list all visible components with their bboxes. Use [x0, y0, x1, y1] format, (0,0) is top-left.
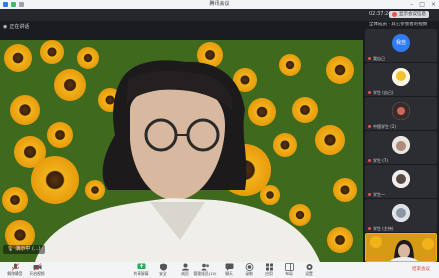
speaking-label: 正在讲话 — [9, 24, 30, 30]
avatar — [392, 170, 410, 188]
minimize-icon[interactable]: – — [410, 1, 413, 8]
layout-icon — [284, 263, 294, 271]
speaker-name: 演示中 (...) — [15, 246, 41, 252]
active-speaker-thumbnail — [366, 234, 436, 261]
speaker-icon: ◉ — [3, 23, 8, 30]
share-screen-icon — [137, 263, 145, 269]
chat-icon — [225, 263, 233, 271]
participant-tile[interactable]: 我自 我自己 — [365, 29, 437, 62]
mic-muted-icon — [368, 125, 371, 128]
avatar — [392, 102, 410, 120]
participant-label: 学生 (主持) — [368, 226, 393, 231]
participant-label: 学生 (7) — [368, 158, 388, 163]
speaker-name-tag: 🎙 演示中 (...) — [3, 245, 45, 254]
participant-label: 学生 (自己) — [368, 90, 393, 95]
manage-members-label: 管理成员(10) — [193, 271, 217, 276]
participant-tile[interactable]: 学生一 — [365, 165, 437, 198]
manage-members-button[interactable]: 管理成员(10) — [192, 263, 218, 277]
participant-label: 学生一 — [368, 192, 385, 197]
settings-label: 设置 — [305, 271, 313, 276]
avatar — [392, 68, 410, 86]
mic-muted-icon — [368, 193, 371, 196]
mic-muted-icon — [368, 227, 371, 230]
meeting-top-bar: 02:37:24 显示会议信息 — [0, 9, 439, 21]
mic-muted-icon — [368, 91, 371, 94]
main-video[interactable]: 🎙 演示中 (...) — [0, 40, 363, 262]
participant-tile[interactable]: 中国学生 (2) — [365, 97, 437, 130]
settings-button[interactable]: 设置 — [296, 263, 322, 277]
window-title: 腾讯会议 — [209, 1, 230, 7]
mic-icon — [11, 263, 19, 271]
mic-icon: 🎙 — [7, 246, 14, 252]
video-label: 开启视频 — [29, 271, 45, 276]
participant-tile-active-speaker[interactable] — [365, 233, 437, 262]
participant-tile[interactable]: 学生 (主持) — [365, 199, 437, 232]
main-stage: ◉ 正在讲话 🎙 演示中 (...) — [0, 21, 363, 262]
shield-icon — [159, 263, 167, 271]
participant-tile[interactable]: 学生 (7) — [365, 131, 437, 164]
window-controls: – □ × — [410, 1, 436, 8]
maximize-icon[interactable]: □ — [419, 1, 425, 8]
sidebar-header: 全体成员 · 其它参会者的视频 — [369, 22, 428, 27]
host-avatar: 我自 — [392, 34, 410, 52]
avatar — [392, 12, 397, 17]
speaking-indicator: ◉ 正在讲话 — [3, 23, 30, 31]
avatar — [392, 136, 410, 154]
apps-icon — [265, 263, 273, 271]
members-icon — [181, 263, 189, 271]
avatar — [392, 204, 410, 222]
video-frame — [0, 40, 363, 262]
participant-tile[interactable]: 学生 (自己) — [365, 63, 437, 96]
meeting-info-button[interactable]: 显示会议信息 — [389, 11, 429, 18]
participant-label: 中国学生 (2) — [368, 124, 396, 129]
gear-icon — [306, 264, 312, 270]
participant-sidebar: 全体成员 · 其它参会者的视频 我自 我自己 学生 (自己) 中国学生 (2) … — [363, 21, 439, 262]
mic-muted-icon — [368, 57, 371, 60]
video-button[interactable]: 开启视频 — [24, 263, 50, 277]
mic-muted-icon — [368, 159, 371, 162]
close-icon[interactable]: × — [431, 1, 436, 8]
bottom-toolbar: 解除静音 开启视频 共享屏幕 安全 成员 管理成员(10) 聊天 录制 应用 布… — [0, 262, 439, 278]
participant-label: 我自己 — [368, 56, 385, 61]
camera-icon — [33, 263, 41, 271]
manage-members-icon — [201, 263, 209, 271]
title-bar: 腾讯会议 – □ × — [0, 0, 439, 9]
record-icon — [245, 263, 253, 271]
end-meeting-button[interactable]: 结束会议 — [408, 265, 434, 275]
meeting-info-label: 显示会议信息 — [399, 12, 426, 17]
